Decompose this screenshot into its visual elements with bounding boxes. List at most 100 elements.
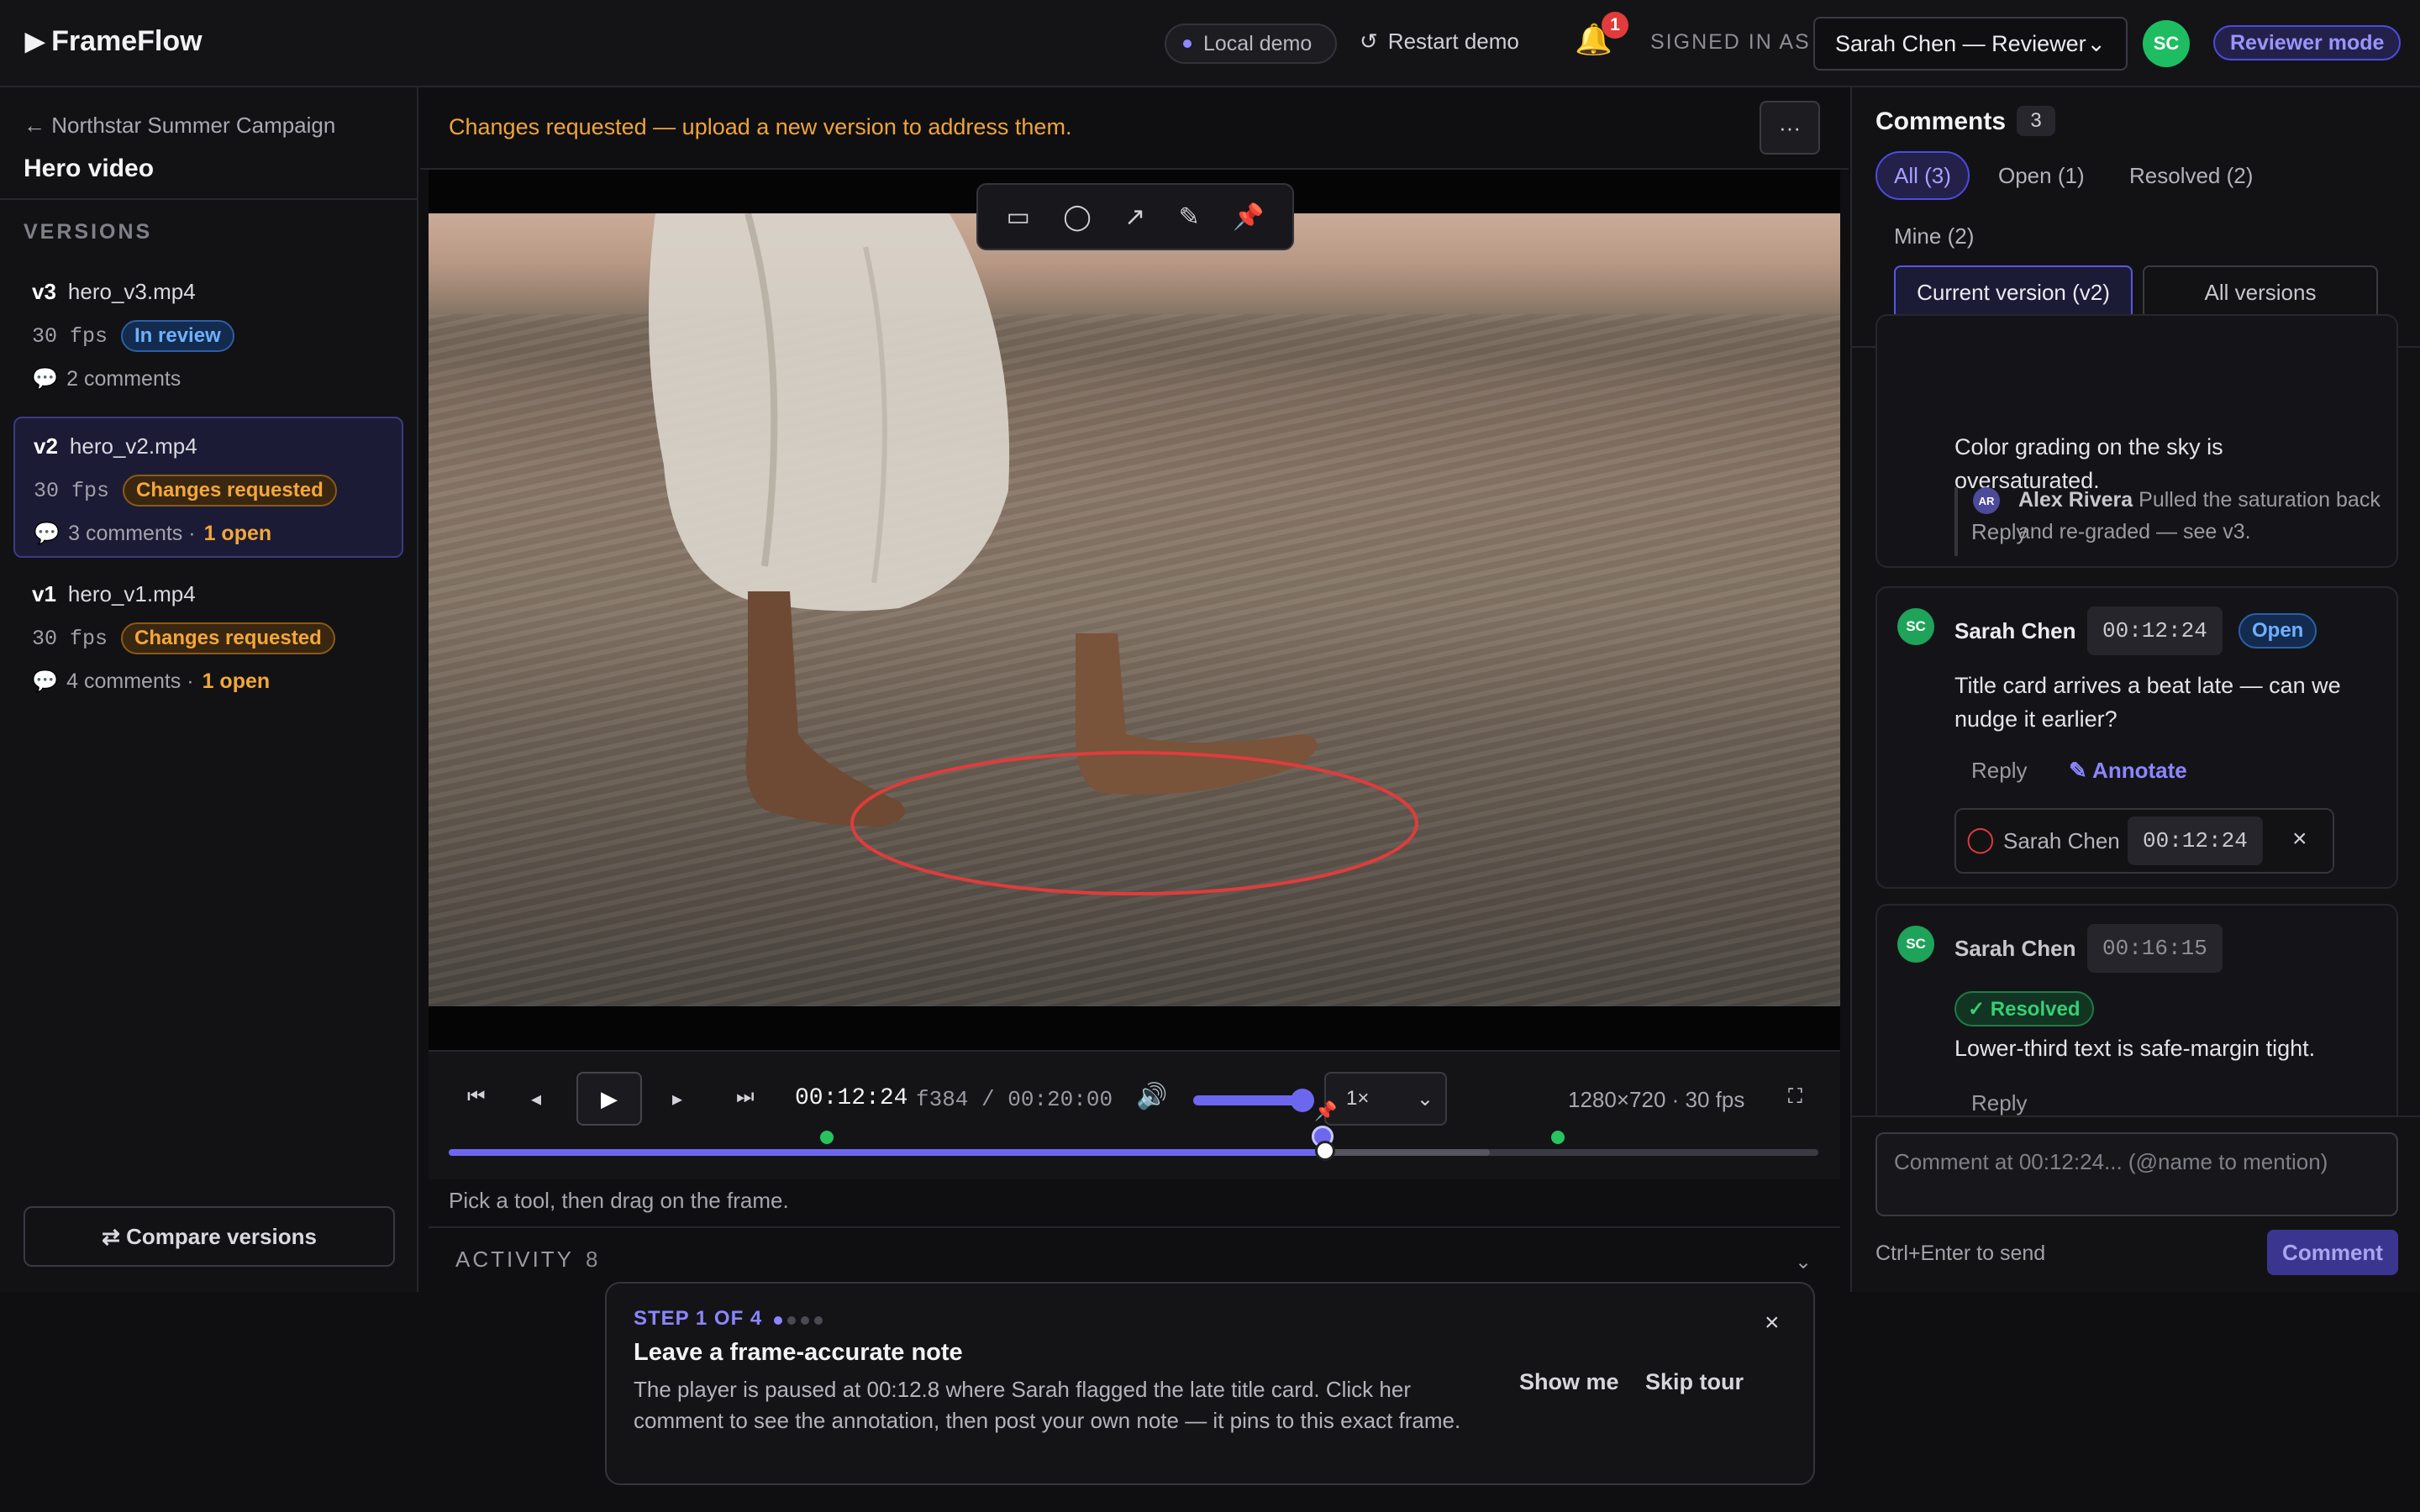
version-id: v3 [32,279,56,304]
divider [429,1226,1840,1228]
comments-panel: Comments 3 All (3) Open (1) Resolved (2)… [1850,87,2420,1292]
close-icon[interactable]: × [2292,825,2307,853]
step-dot [814,1316,823,1325]
notification-count-badge: 1 [1602,12,1628,39]
ellipse-tool-icon[interactable]: ◯ [1063,202,1092,232]
rectangle-tool-icon[interactable]: ▭ [1007,202,1030,232]
pen-tool-icon[interactable]: ✎ [1179,202,1200,232]
annotation-toolbar: ▭ ◯ ↗ ✎ 📌 [976,183,1294,250]
scope-all-versions[interactable]: All versions [2143,265,2378,319]
video-frame[interactable] [429,213,1840,1006]
step-dot [787,1316,797,1325]
changes-requested-banner: Changes requested — upload a new version… [449,114,1072,139]
play-button[interactable]: ▶ [576,1072,642,1126]
comment-timestamp[interactable]: 00:12:24 [2087,606,2223,655]
filter-open[interactable]: Open (1) [1998,151,2085,200]
version-id: v2 [34,433,58,459]
player-area: Changes requested — upload a new version… [420,87,1849,1292]
skirt-shape [649,213,1010,612]
signed-in-label: SIGNED IN AS [1650,30,1811,54]
comment-author: Sarah Chen [1954,618,2076,643]
comment-submit-button[interactable]: Comment [2267,1230,2398,1275]
local-demo-label: Local demo [1203,31,1313,55]
version-file: hero_v2.mp4 [69,433,197,459]
reply-author: Alex Rivera [2018,488,2133,512]
chevron-down-icon[interactable]: ⌄ [1795,1250,1812,1274]
filter-all[interactable]: All (3) [1876,151,1970,200]
restart-demo-button[interactable]: ↺ Restart demo [1360,29,1519,55]
status-badge: ✓ Resolved [1954,991,2094,1026]
filter-mine[interactable]: Mine (2) [1894,212,1974,260]
version-item-v3[interactable]: v3 hero_v3.mp4 30 fps In review 💬 2 comment… [13,264,403,405]
user-select[interactable]: Sarah Chen — Reviewer ⌄ [1813,17,2128,71]
open-count: 1 open [202,669,271,693]
version-fps: 30 fps [32,626,108,651]
comment-marker-resolved[interactable] [820,1131,834,1144]
comment-input[interactable]: Comment at 00:12:24... (@name to mention… [1876,1132,2398,1216]
more-options-button[interactable]: ··· [1760,101,1820,155]
top-bar: ▶ FrameFlow Local demo ↺ Restart demo 🔔 … [0,0,2420,87]
video-viewport[interactable]: ▭ ◯ ↗ ✎ 📌 [429,170,1840,1050]
status-badge: Changes requested [123,475,337,507]
scope-current-version[interactable]: Current version (v2) [1894,265,2133,319]
version-fps: 30 fps [34,478,110,503]
pin-marker-icon: 📌 [1314,1100,1338,1121]
restart-icon: ↺ [1360,29,1378,54]
onboarding-tour-card: STEP 1 OF 4 Leave a frame-accurate note … [605,1282,1815,1485]
comment-author: Sarah Chen [1954,936,2076,961]
avatar[interactable]: SC [2143,20,2190,67]
reply-text: Alex Rivera Pulled the saturation back a… [2018,484,2388,548]
ellipse-annotation-icon: ◯ [1966,826,1995,853]
timeline-scrubber[interactable] [449,1149,1818,1156]
volume-knob[interactable] [1291,1089,1314,1112]
brand-logo[interactable]: ▶ FrameFlow [25,25,203,58]
close-icon[interactable]: × [1765,1309,1780,1337]
versions-sidebar: ← Northstar Summer Campaign Hero video V… [0,87,418,1292]
volume-icon[interactable]: 🔊 [1136,1082,1167,1111]
version-item-v2[interactable]: v2 hero_v2.mp4 30 fps Changes requested 💬 3… [13,417,403,558]
pin-tool-icon[interactable]: 📌 [1233,202,1264,232]
annotation-chip[interactable]: ◯ Sarah Chen 00:12:24 × [1954,808,2334,874]
skip-tour-button[interactable]: Skip tour [1645,1369,1744,1395]
playback-speed-select[interactable]: 1× ⌄ [1324,1072,1447,1126]
right-foot-shape [1076,633,1318,795]
filter-resolved[interactable]: Resolved (2) [2129,151,2253,200]
tour-step-label: STEP 1 OF 4 [634,1307,763,1330]
compare-versions-button[interactable]: ⇄ Compare versions [24,1206,395,1267]
step-dots [774,1307,828,1331]
comment-count: 2 comments [66,367,182,391]
comment-card[interactable]: SC Sarah Chen 00:12:24 Open Title card a… [1876,586,2398,889]
playhead[interactable] [1315,1141,1336,1161]
version-item-v1[interactable]: v1 hero_v1.mp4 30 fps Changes requested 💬 4… [13,566,403,707]
arrow-tool-icon[interactable]: ↗ [1124,202,1145,232]
skip-to-start-icon[interactable]: ⏮ [467,1085,486,1109]
version-id: v1 [32,581,56,606]
tour-body: The player is paused at 00:12.8 where Sa… [634,1377,1461,1433]
brand-name: FrameFlow [51,25,203,57]
duration: / 00:20:00 [981,1087,1113,1112]
reply-button[interactable]: Reply [1971,758,2027,784]
show-me-button[interactable]: Show me [1519,1369,1619,1395]
comment-marker-resolved[interactable] [1551,1131,1565,1144]
annotate-button[interactable]: ✎ Annotate [2069,758,2187,784]
reviewer-mode-badge[interactable]: Reviewer mode [2213,25,2402,60]
previous-frame-icon[interactable]: ◂ [531,1087,541,1111]
next-frame-icon[interactable]: ▸ [672,1087,682,1111]
volume-slider[interactable] [1193,1095,1302,1105]
page-title: Hero video [24,155,155,182]
reply-button[interactable]: Reply [1971,1090,2027,1116]
activity-label: ACTIVITY [455,1247,575,1272]
player-controls: ⏮ ◂ ▶ ▸ ⏭ 00:12:24 f384 / 00:20:00 🔊 1× … [429,1050,1840,1179]
chevron-down-icon: ⌄ [2086,30,2106,56]
comment-icon: 💬 [32,367,59,391]
frame-and-duration: f384 / 00:20:00 [916,1087,1113,1112]
restart-demo-label: Restart demo [1387,29,1519,54]
activity-toggle[interactable]: ACTIVITY 8 [455,1247,597,1273]
breadcrumb[interactable]: ← Northstar Summer Campaign [24,113,335,139]
skip-to-end-icon[interactable]: ⏭ [736,1085,755,1109]
comment-timestamp[interactable]: 00:16:15 [2087,924,2223,973]
comment-count: 4 comments · [66,669,194,693]
fullscreen-icon[interactable]: ⛶ [1788,1085,1802,1109]
annotation-timestamp: 00:12:24 [2128,816,2263,865]
status-badge: In review [121,320,234,352]
